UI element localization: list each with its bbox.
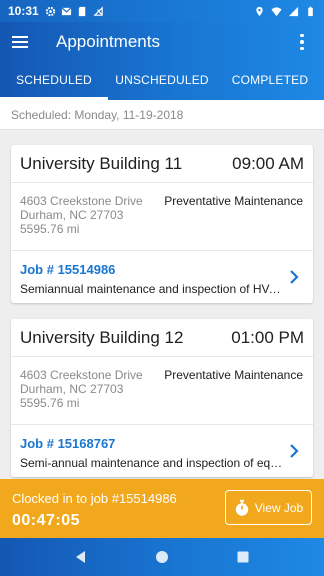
appointment-card[interactable]: University Building 11 09:00 AM 4603 Cre… [11,145,313,303]
tab-scheduled[interactable]: SCHEDULED [0,62,108,100]
chevron-right-icon[interactable] [288,269,300,285]
distance: 5595.76 mi [20,222,80,236]
tab-completed[interactable]: COMPLETED [216,62,324,100]
home-icon[interactable] [150,545,174,569]
gmail-icon [61,6,72,15]
distance: 5595.76 mi [20,396,80,410]
address-line2: Durham, NC 27703 [20,208,124,222]
tab-unscheduled[interactable]: UNSCHEDULED [108,62,216,100]
no-signal-icon [93,5,103,16]
appointment-time: 09:00 AM [232,153,304,173]
recents-icon[interactable] [231,545,255,569]
battery-icon [308,6,313,16]
job-description: Semi-annual maintenance and inspection o… [20,456,283,470]
sd-card-icon [78,6,85,16]
job-number[interactable]: Job # 15168767 [20,436,283,451]
view-job-button[interactable]: View Job [225,490,312,525]
appointment-card[interactable]: University Building 12 01:00 PM 4603 Cre… [11,319,313,477]
location-icon [256,6,263,16]
app-bar: Appointments SCHEDULED UNSCHEDULED COMPL… [0,22,324,100]
scheduled-date-header: Scheduled: Monday, 11-19-2018 [0,100,324,130]
job-row[interactable]: Job # 15514986 Semiannual maintenance an… [11,251,313,303]
address-line2: Durham, NC 27703 [20,382,124,396]
maintenance-type: Preventative Maintenance [164,368,303,382]
chevron-right-icon[interactable] [288,443,300,459]
tab-bar: SCHEDULED UNSCHEDULED COMPLETED [0,62,324,100]
job-description: Semiannual maintenance and inspection of… [20,282,283,296]
job-row[interactable]: Job # 15168767 Semi-annual maintenance a… [11,425,313,477]
hamburger-menu-icon[interactable] [12,31,34,53]
system-navigation-bar [0,538,324,576]
wifi-icon [271,6,282,16]
building-name: University Building 12 [20,327,184,347]
stopwatch-icon [235,499,248,516]
job-number[interactable]: Job # 15514986 [20,262,283,277]
gear-icon [45,6,55,16]
status-bar: 10:31 [0,0,324,22]
appointment-time: 01:00 PM [231,327,304,347]
back-icon[interactable] [69,545,93,569]
status-time: 10:31 [8,4,39,18]
signal-icon [288,6,299,16]
clocked-in-banner: Clocked in to job #15514986 00:47:05 Vie… [0,479,324,538]
view-job-label: View Job [254,500,304,515]
building-name: University Building 11 [20,153,183,173]
page-title: Appointments [56,32,160,51]
maintenance-type: Preventative Maintenance [164,194,303,208]
overflow-menu-icon[interactable] [292,31,312,53]
